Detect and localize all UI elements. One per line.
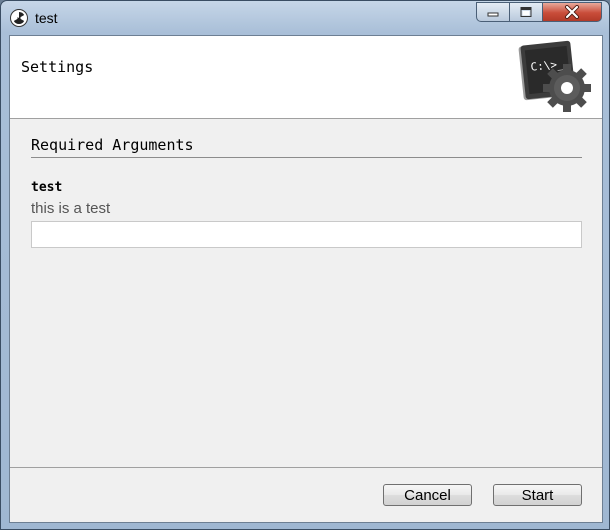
dialog-client-area: Settings C:\>_ Required Arguments test t… — [9, 35, 603, 523]
console-gear-icon: C:\>_ — [517, 40, 593, 119]
window-title: test — [35, 10, 58, 26]
app-window: test Settings C:\>_ Required Arguments t… — [0, 0, 610, 530]
test-argument-input[interactable] — [31, 221, 582, 248]
close-icon — [565, 5, 579, 19]
section-divider — [31, 157, 582, 158]
footer-divider — [10, 467, 602, 468]
minimize-button[interactable] — [476, 2, 510, 22]
page-title: Settings — [21, 58, 94, 76]
maximize-button[interactable] — [509, 2, 543, 22]
title-bar[interactable]: test — [1, 1, 609, 35]
cancel-button[interactable]: Cancel — [383, 484, 472, 506]
section-title: Required Arguments — [31, 136, 194, 154]
argument-help-text: this is a test — [31, 200, 111, 217]
minimize-icon — [487, 12, 499, 17]
start-button[interactable]: Start — [493, 484, 582, 506]
argument-name: test — [31, 180, 63, 195]
maximize-icon — [520, 7, 532, 17]
close-button[interactable] — [542, 2, 602, 22]
settings-header: Settings C:\>_ — [10, 36, 602, 119]
app-icon[interactable] — [10, 9, 28, 27]
